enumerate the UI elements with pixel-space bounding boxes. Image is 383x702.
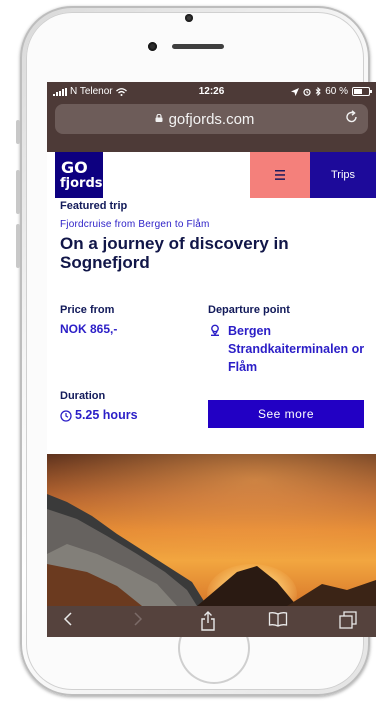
- mute-switch: [16, 120, 20, 144]
- volume-up-button: [16, 170, 20, 214]
- battery-percent: 60 %: [325, 86, 348, 97]
- see-more-button[interactable]: See more: [208, 400, 364, 428]
- safari-top-bar: N Telenor 12:26 60 % gofjords.com: [47, 82, 376, 152]
- back-icon[interactable]: [53, 611, 83, 633]
- front-camera: [185, 14, 193, 22]
- forward-icon[interactable]: [123, 611, 153, 633]
- earpiece-speaker: [172, 44, 224, 49]
- hamburger-icon: [275, 170, 285, 180]
- departure-value: Bergen Strandkaiterminalen or Flåm: [228, 324, 365, 374]
- site-header: GO fjords Trips: [47, 152, 376, 198]
- location-pin-icon: [211, 324, 219, 336]
- volume-down-button: [16, 224, 20, 268]
- status-bar: N Telenor 12:26 60 %: [47, 82, 376, 102]
- duration-value: 5.25 hours: [75, 408, 138, 422]
- bluetooth-icon: [315, 87, 321, 96]
- phone-screen: N Telenor 12:26 60 % gofjords.com GO fjo…: [47, 82, 376, 637]
- alarm-icon: [303, 88, 311, 96]
- trip-title: On a journey of discovery in Sognefjord: [60, 234, 289, 272]
- location-arrow-icon: [291, 87, 300, 96]
- price-value: NOK 865,-: [60, 322, 118, 336]
- share-icon[interactable]: [193, 611, 223, 633]
- departure-heading: Departure point: [208, 304, 290, 316]
- url-text: gofjords.com: [168, 111, 255, 128]
- route-label: Fjordcruise from Bergen to Flåm: [60, 219, 210, 230]
- battery-icon: [352, 87, 372, 96]
- duration-heading: Duration: [60, 390, 106, 402]
- logo-fjords-text: fjords: [60, 176, 103, 191]
- featured-label: Featured trip: [60, 200, 128, 212]
- mountain-silhouettes: [47, 494, 376, 606]
- address-bar[interactable]: gofjords.com: [55, 104, 368, 134]
- tabs-icon[interactable]: [333, 611, 363, 633]
- proximity-sensor: [148, 42, 157, 51]
- reload-icon[interactable]: [346, 110, 358, 127]
- gofjords-logo[interactable]: GO fjords: [55, 152, 103, 198]
- logo-go-text: GO: [61, 158, 88, 177]
- hero-image: [47, 454, 376, 606]
- bookmarks-icon[interactable]: [263, 611, 293, 633]
- featured-trip-card: Featured trip Fjordcruise from Bergen to…: [47, 198, 376, 454]
- status-indicators: 60 %: [291, 86, 372, 97]
- clock-icon: [60, 410, 72, 422]
- trips-button[interactable]: Trips: [310, 152, 376, 198]
- menu-button[interactable]: [250, 152, 310, 198]
- price-heading: Price from: [60, 304, 115, 316]
- safari-toolbar: [47, 606, 376, 637]
